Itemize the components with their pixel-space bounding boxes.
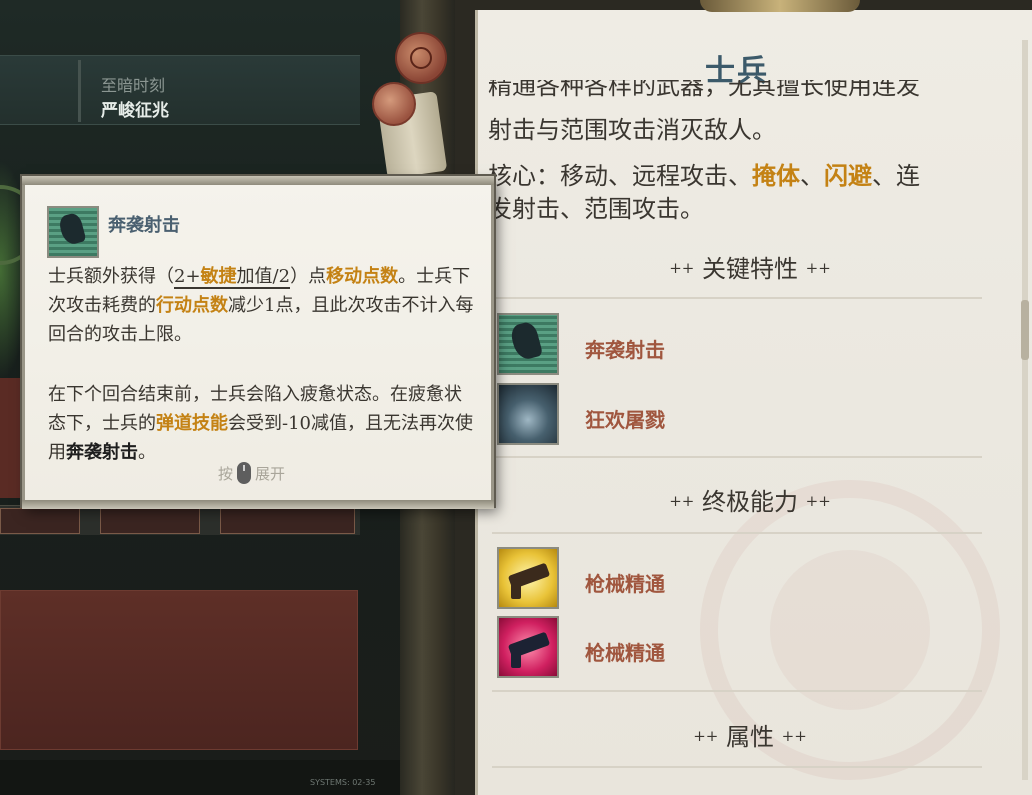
- section-key-traits: ++ 关键特性 ++: [490, 249, 1010, 284]
- event-panel[interactable]: 至暗时刻 严峻征兆: [0, 55, 360, 125]
- separator: [492, 456, 982, 458]
- core-sep: 、: [800, 162, 824, 190]
- wax-seal-icon: [395, 32, 447, 84]
- plus-left: ++: [693, 727, 719, 745]
- tt-action-points[interactable]: 行动点数: [156, 295, 228, 316]
- tooltip-title: 奔袭射击: [108, 215, 180, 236]
- plus-right: ++: [805, 259, 831, 277]
- desc-line-2: 射击与范围攻击消灭敌人。: [488, 116, 776, 144]
- section-ultimate-label: 终极能力: [702, 488, 798, 516]
- tooltip-expand-hint: 按 展开: [218, 462, 285, 484]
- charge-shot-icon: [47, 206, 99, 258]
- skull-seal-icon: [372, 82, 416, 126]
- charge-shot-icon[interactable]: [497, 313, 559, 375]
- separator: [492, 297, 982, 299]
- frenzy-slaughter-icon[interactable]: [497, 383, 559, 445]
- core-text: 核心：移动、远程攻击、: [488, 162, 752, 190]
- emblem-watermark-center: [770, 550, 930, 710]
- hint-press: 按: [218, 465, 234, 483]
- tooltip-bottom-border: [22, 500, 494, 509]
- tt-formula-base: 2+: [174, 266, 201, 287]
- section-attributes-label: 属性: [726, 723, 774, 751]
- event-subtitle: 至暗时刻: [101, 76, 166, 95]
- core-dodge[interactable]: 闪避: [824, 161, 872, 190]
- tab-1[interactable]: [0, 508, 80, 534]
- hint-expand: 展开: [255, 465, 286, 483]
- tt-formula[interactable]: 2+敏捷加值/2: [174, 266, 291, 289]
- tab-2[interactable]: [100, 508, 200, 534]
- scrollbar-track[interactable]: [1022, 40, 1028, 780]
- system-text: SYSTEMS: 02-35: [310, 778, 376, 787]
- separator: [492, 766, 982, 768]
- tt-formula-tail: 加值/2: [236, 266, 291, 287]
- tt-text: 。: [138, 442, 156, 463]
- core-cover[interactable]: 掩体: [752, 161, 800, 190]
- tt-charge-shot-ref[interactable]: 奔袭射击: [66, 442, 138, 463]
- tt-text: ）点: [290, 266, 327, 287]
- trait-label-frenzy[interactable]: 狂欢屠戮: [585, 404, 665, 433]
- panel-divider: [78, 60, 81, 122]
- desc-line-cut: 精通各种各样的武器，无其擅长使用连发: [488, 80, 920, 102]
- content-box: [0, 590, 358, 750]
- tooltip-paragraph-2: 在下个回合结束前，士兵会陷入疲惫状态。在疲惫状态下，士兵的弹道技能会受到-10减…: [48, 380, 478, 467]
- tt-text: 士兵额外获得（: [48, 266, 174, 287]
- bottom-bar: [0, 760, 455, 795]
- plus-right: ++: [805, 492, 831, 510]
- separator: [492, 690, 982, 692]
- tab-3[interactable]: [220, 508, 355, 534]
- weapon-mastery-icon[interactable]: [497, 547, 559, 609]
- core-text-2: 、连: [872, 162, 920, 190]
- plus-left: ++: [669, 259, 695, 277]
- weapon-mastery-icon[interactable]: [497, 616, 559, 678]
- ultimate-label-2[interactable]: 枪械精通: [585, 637, 665, 666]
- trait-label-charge-shot[interactable]: 奔袭射击: [585, 334, 665, 363]
- section-attributes: ++ 属性 ++: [490, 717, 1010, 752]
- plus-left: ++: [669, 492, 695, 510]
- ultimate-label-1[interactable]: 枪械精通: [585, 568, 665, 597]
- desc-cut-text: 精通各种各样的武器，无其擅长使用连发: [488, 80, 920, 100]
- mouse-icon: [237, 462, 252, 484]
- event-title: 严峻征兆: [101, 101, 169, 121]
- section-key-traits-label: 关键特性: [702, 255, 798, 283]
- plus-right: ++: [781, 727, 807, 745]
- tt-move-points[interactable]: 移动点数: [326, 266, 398, 287]
- core-line-1: 核心：移动、远程攻击、掩体、闪避、连: [488, 156, 920, 191]
- tt-agility[interactable]: 敏捷: [201, 266, 237, 287]
- separator: [492, 532, 982, 534]
- tt-ballistic-skill[interactable]: 弹道技能: [156, 413, 228, 434]
- top-ornament: [700, 0, 860, 12]
- core-line-2: 发射击、范围攻击。: [488, 195, 704, 223]
- section-ultimate: ++ 终极能力 ++: [490, 482, 1010, 517]
- tooltip-top-border: [22, 176, 494, 185]
- scrollbar-thumb[interactable]: [1021, 300, 1029, 360]
- tooltip-paragraph-1: 士兵额外获得（2+敏捷加值/2）点移动点数。士兵下次攻击耗费的行动点数减少1点，…: [48, 262, 478, 349]
